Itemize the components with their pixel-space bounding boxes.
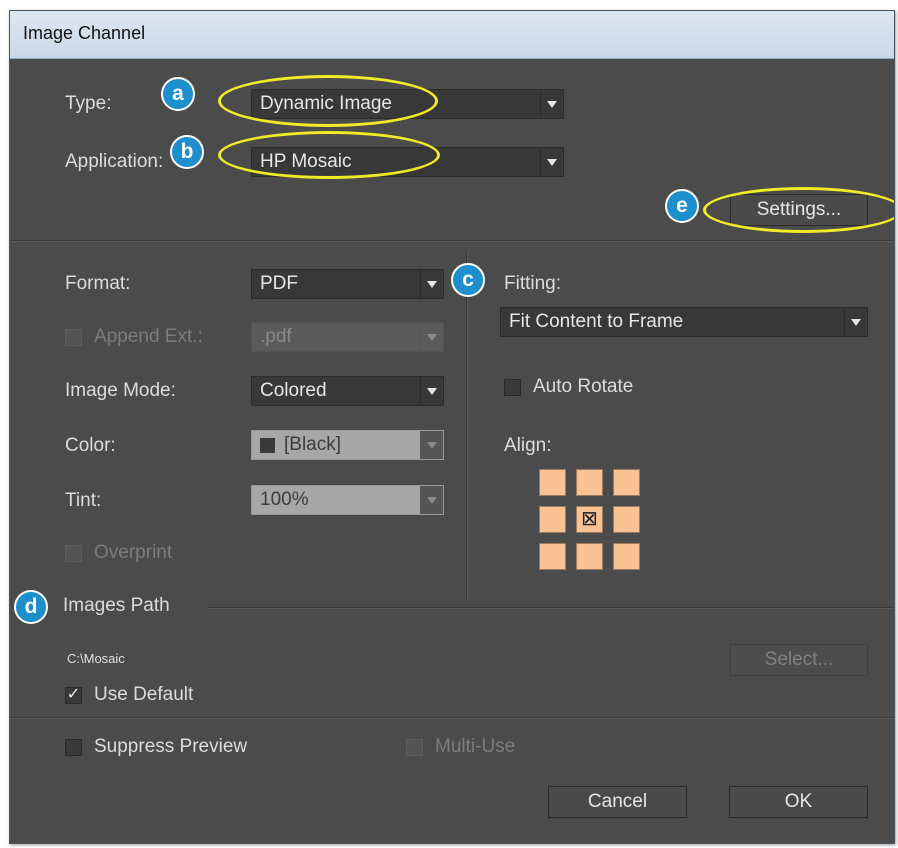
image-mode-value: Colored <box>260 380 327 401</box>
align-center[interactable]: ⊠ <box>576 506 603 533</box>
suppress-preview-label: Suppress Preview <box>94 736 248 757</box>
align-top-right[interactable] <box>613 469 640 496</box>
x-box-icon: ⊠ <box>581 508 598 530</box>
align-top-center[interactable] <box>576 469 603 496</box>
chevron-down-icon <box>420 486 443 514</box>
divider-top <box>10 240 894 242</box>
append-ext-checkbox[interactable] <box>65 329 82 346</box>
callout-e-badge: e <box>665 189 699 223</box>
color-value: [Black] <box>284 434 342 455</box>
tint-dropdown[interactable]: 100% <box>251 485 444 515</box>
format-value: PDF <box>260 273 298 294</box>
multi-use-checkbox[interactable] <box>406 739 423 756</box>
divider-images-path <box>207 607 894 609</box>
check-icon: ✓ <box>66 686 81 703</box>
fitting-dropdown[interactable]: Fit Content to Frame <box>500 307 868 337</box>
fitting-value: Fit Content to Frame <box>509 311 684 332</box>
image-mode-label: Image Mode: <box>65 380 176 401</box>
chevron-down-icon <box>420 270 443 298</box>
window-title: Image Channel <box>23 23 146 43</box>
ok-button[interactable]: OK <box>729 786 868 818</box>
align-middle-left[interactable] <box>539 506 566 533</box>
format-dropdown[interactable]: PDF <box>251 269 444 299</box>
chevron-down-icon <box>420 323 443 351</box>
cancel-button[interactable]: Cancel <box>548 786 687 818</box>
color-dropdown[interactable]: [Black] <box>251 430 444 460</box>
images-path-heading: Images Path <box>63 595 170 616</box>
color-swatch <box>260 438 275 453</box>
chevron-down-icon <box>420 431 443 459</box>
append-ext-value: .pdf <box>260 326 292 347</box>
use-default-label: Use Default <box>94 684 194 705</box>
image-channel-dialog: Image Channel Type: Dynamic Image Applic… <box>9 10 895 844</box>
append-ext-label: Append Ext.: <box>94 326 203 347</box>
tint-label: Tint: <box>65 490 102 511</box>
chevron-down-icon <box>420 377 443 405</box>
multi-use-label: Multi-Use <box>435 736 516 757</box>
highlight-application <box>218 131 440 179</box>
divider-bottom <box>10 717 894 719</box>
chevron-down-icon <box>540 148 563 176</box>
image-mode-dropdown[interactable]: Colored <box>251 376 444 406</box>
auto-rotate-checkbox[interactable] <box>504 379 521 396</box>
align-bottom-left[interactable] <box>539 543 566 570</box>
align-bottom-right[interactable] <box>613 543 640 570</box>
auto-rotate-label: Auto Rotate <box>533 376 634 397</box>
chevron-down-icon <box>540 90 563 118</box>
type-label: Type: <box>65 93 112 114</box>
highlight-type <box>218 75 438 127</box>
images-path-value: C:\Mosaic <box>67 651 125 666</box>
highlight-settings <box>703 187 894 233</box>
overprint-checkbox[interactable] <box>65 545 82 562</box>
fitting-label: Fitting: <box>504 273 562 294</box>
callout-d-badge: d <box>14 590 48 624</box>
application-label: Application: <box>65 151 164 172</box>
chevron-down-icon <box>844 308 867 336</box>
align-top-left[interactable] <box>539 469 566 496</box>
suppress-preview-checkbox[interactable] <box>65 739 82 756</box>
use-default-checkbox[interactable]: ✓ <box>65 687 82 704</box>
align-grid: ⊠ <box>539 469 644 574</box>
callout-a-badge: a <box>161 77 195 111</box>
callout-b-badge: b <box>170 135 204 169</box>
select-button[interactable]: Select... <box>730 644 868 676</box>
align-label: Align: <box>504 435 552 456</box>
append-ext-dropdown[interactable]: .pdf <box>251 322 444 352</box>
tint-value: 100% <box>260 489 309 510</box>
align-middle-right[interactable] <box>613 506 640 533</box>
align-bottom-center[interactable] <box>576 543 603 570</box>
color-label: Color: <box>65 435 116 456</box>
format-label: Format: <box>65 273 131 294</box>
callout-c-badge: c <box>451 263 485 297</box>
title-bar: Image Channel <box>10 11 894 59</box>
overprint-label: Overprint <box>94 542 173 563</box>
divider-vertical <box>466 251 468 601</box>
